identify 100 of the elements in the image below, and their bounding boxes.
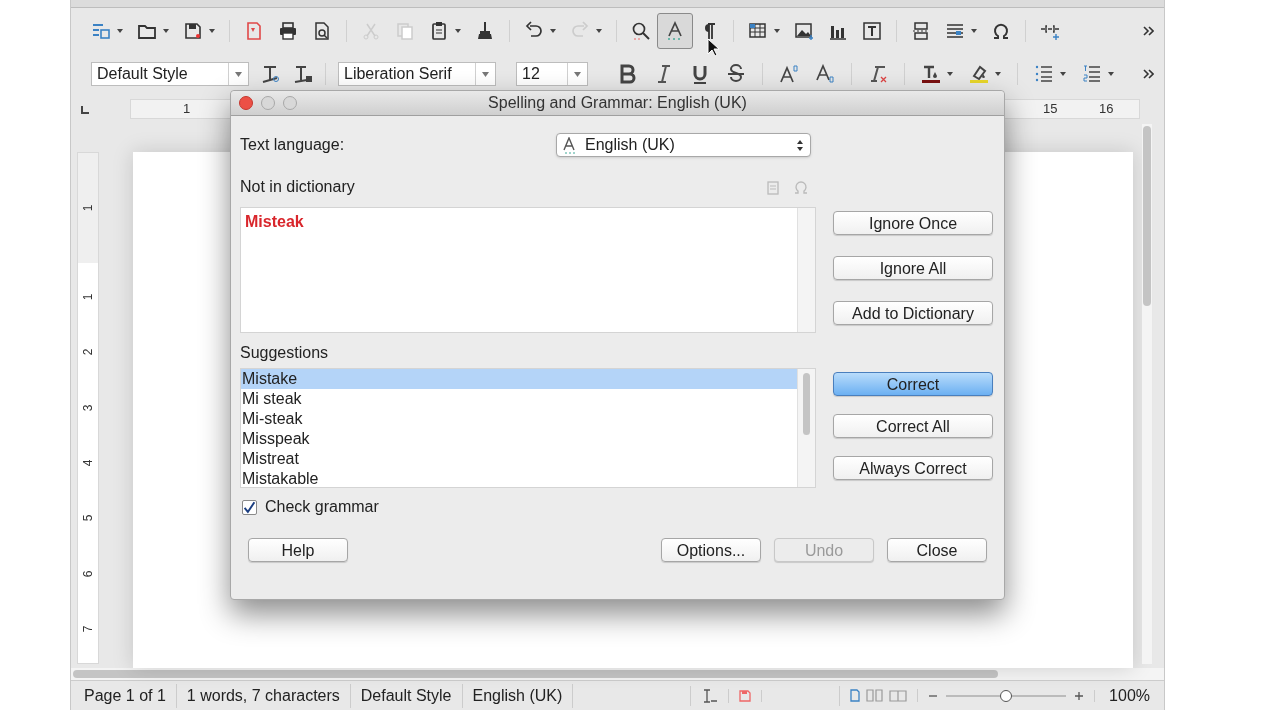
caret-icon[interactable] [971,29,977,33]
omega-icon[interactable] [991,21,1011,41]
dialog-button[interactable]: Correct [833,372,993,396]
vertical-scrollbar[interactable] [797,369,815,487]
ruler-number: 1 [82,293,94,301]
more-icon[interactable] [1143,26,1154,36]
ruler-number: 16 [1099,100,1114,119]
section-label: Not in dictionary [240,177,356,197]
suggestion-item[interactable]: Mi steak [241,389,797,409]
sidebar-icon[interactable] [91,21,111,41]
caret-icon[interactable] [596,29,602,33]
omega-icon [794,179,808,195]
ruler-number: 5 [82,515,94,522]
ruler-number: 4 [82,459,94,467]
printer-icon[interactable] [278,21,298,41]
field-lines-icon[interactable] [945,21,965,41]
print-preview-icon[interactable] [312,21,332,41]
numbered-list-icon[interactable] [1082,64,1102,84]
font-name-combo[interactable]: Liberation Serif [338,62,496,86]
caret-icon[interactable] [209,29,215,33]
mouse-pointer-icon [707,38,721,58]
vertical-scrollbar[interactable] [797,208,815,332]
paintbrush-icon[interactable] [475,21,495,41]
clear-italic-icon[interactable] [868,64,888,84]
suggestion-item[interactable]: Mistreat [241,449,797,469]
bold-icon[interactable] [618,64,638,84]
language-status: English (UK) [462,683,574,708]
ruler-number: 2 [82,348,94,356]
table-icon[interactable] [748,21,768,41]
dialog-button[interactable]: Add to Dictionary [833,301,993,325]
section-label: Suggestions [240,343,330,363]
zoom-percentage[interactable]: 100% [1095,683,1164,708]
ruler-number: 15 [1043,100,1058,119]
pdf-document-icon[interactable] [244,21,264,41]
spellcheck-icon [563,136,577,154]
checkbox[interactable] [242,499,257,515]
dialog-button[interactable]: Ignore Once [833,211,993,235]
single-page-icon[interactable] [850,689,861,702]
paragraph-style-combo[interactable]: Default Style [91,62,249,86]
dialog-button[interactable]: Always Correct [833,456,993,480]
caret-icon[interactable] [995,72,1001,76]
ruler-number: 3 [82,404,94,411]
language-select[interactable]: English (UK) [556,133,811,157]
page-style: Default Style [350,683,463,708]
caret-icon[interactable] [235,71,242,77]
suggestion-item[interactable]: Misspeak [241,429,797,449]
text-box-icon[interactable] [862,21,882,41]
window-title: Spelling and Grammar: English (UK) [488,93,747,113]
clear-formatting-icon [261,64,281,84]
horizontal-scrollbar[interactable] [71,668,1164,680]
dialog-button[interactable]: Correct All [833,414,993,438]
image-icon[interactable] [794,21,814,41]
page-count: Page 1 of 1 [71,683,177,708]
misspelled-word: Misteak [244,212,305,232]
subscript-icon[interactable] [815,64,835,84]
strikethrough-icon[interactable] [726,64,746,84]
dialog-button[interactable]: Close [887,538,987,562]
close-window-button[interactable] [239,96,253,110]
ruler-number: 6 [82,570,94,578]
ruler-number: 1 [82,204,94,212]
dialog-button[interactable]: Help [248,538,348,562]
caret-icon[interactable] [550,29,556,33]
superscript-icon[interactable] [779,64,799,84]
paste-icon [766,179,780,195]
caret-icon[interactable] [1108,72,1114,76]
highlighter-icon[interactable] [969,64,989,84]
search-icon[interactable] [631,21,651,41]
suggestion-item[interactable]: Mi-steak [241,409,797,429]
slider-thumb[interactable] [1000,689,1013,702]
tab-stop-icon[interactable] [81,104,90,114]
caret-icon[interactable] [455,29,461,33]
more-icon[interactable] [1143,69,1154,79]
dialog-button[interactable]: Ignore All [833,256,993,280]
ruler-number: 1 [183,100,191,119]
caret-icon[interactable] [574,71,581,77]
caret-icon[interactable] [117,29,123,33]
field-label: Text language: [240,135,346,155]
font-color-icon[interactable] [921,64,941,84]
vertical-scrollbar[interactable] [1142,124,1152,664]
stepper-arrows-icon[interactable] [796,138,804,152]
zoom-in-icon[interactable] [1074,690,1085,701]
caret-icon[interactable] [1060,72,1066,76]
caret-icon[interactable] [163,29,169,33]
suggestions-list[interactable]: Mistake Mi steak Mi-steak Misspeak Mistreat Mistakable [240,368,816,488]
style-list-icon [293,64,313,84]
auto-spellcheck-button[interactable] [657,13,693,49]
caret-icon[interactable] [947,72,953,76]
word-count: 1 words, 7 characters [176,683,351,708]
font-size-combo[interactable]: 12 [516,62,588,86]
caret-icon[interactable] [774,29,780,33]
ruler-number: 7 [82,625,94,633]
sentence-field[interactable]: Misteak [240,207,816,333]
clipboard-icon[interactable] [429,21,449,41]
suggestion-item[interactable]: Mistake [241,369,797,389]
dialog-button[interactable]: Options... [661,538,761,562]
checkbox-label: Check grammar [265,497,379,517]
bullet-list-icon[interactable] [1034,64,1054,84]
caret-icon[interactable] [482,71,489,77]
suggestion-item[interactable]: Mistakable [241,469,797,487]
page-break-icon[interactable] [911,21,931,41]
